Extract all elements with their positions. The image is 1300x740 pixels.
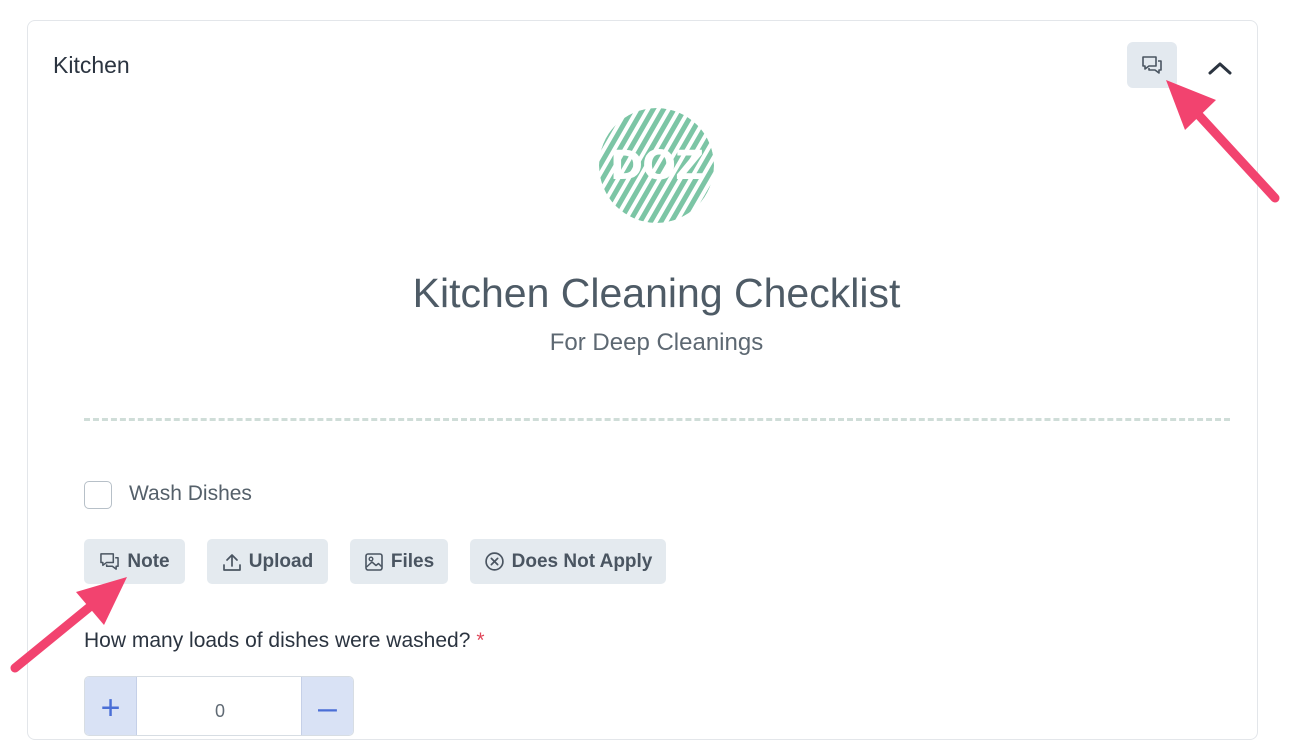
- upload-icon: [222, 553, 241, 571]
- does-not-apply-label: Does Not Apply: [511, 550, 653, 572]
- company-logo: DOZ: [599, 108, 714, 223]
- files-button[interactable]: Files: [350, 539, 448, 584]
- comment-icon: [1142, 56, 1162, 74]
- increment-button[interactable]: +: [85, 677, 137, 735]
- question-text: How many loads of dishes were washed?: [84, 629, 471, 652]
- does-not-apply-button[interactable]: Does Not Apply: [470, 539, 666, 584]
- upload-button-label: Upload: [248, 550, 314, 572]
- checklist-subtitle: For Deep Cleanings: [549, 329, 764, 356]
- checklist-title: Kitchen Cleaning Checklist: [412, 270, 901, 316]
- comment-icon: [100, 553, 120, 570]
- note-button-label: Note: [127, 550, 170, 572]
- upload-button[interactable]: Upload: [207, 539, 328, 584]
- logo-text: DOZ: [609, 142, 704, 189]
- x-circle-icon: [484, 552, 504, 571]
- required-mark: *: [476, 629, 485, 652]
- files-button-label: Files: [390, 550, 435, 572]
- section-title: Kitchen: [53, 52, 130, 78]
- collapse-section-button[interactable]: [1204, 52, 1236, 84]
- question-label: How many loads of dishes were washed? *: [84, 629, 485, 653]
- wash-dishes-label: Wash Dishes: [129, 482, 252, 505]
- image-icon: [365, 552, 383, 571]
- note-button[interactable]: Note: [84, 539, 185, 584]
- loads-quantity-stepper: + 0 –: [84, 676, 354, 736]
- chevron-up-icon: [1208, 62, 1232, 75]
- decrement-button[interactable]: –: [301, 677, 353, 735]
- quantity-input[interactable]: 0: [137, 677, 303, 735]
- dashed-divider: [84, 418, 1230, 421]
- wash-dishes-checkbox[interactable]: [84, 481, 112, 509]
- section-comment-button[interactable]: [1127, 42, 1177, 88]
